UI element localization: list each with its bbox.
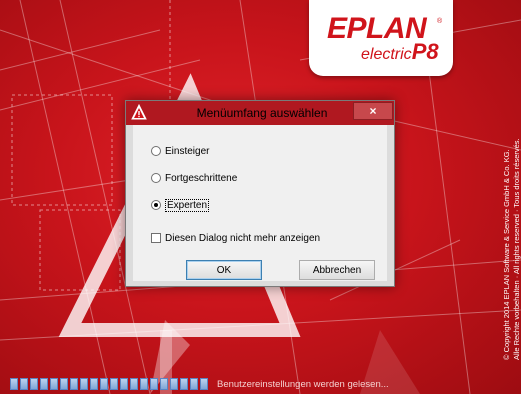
copyright-line-1: © Copyright 2014 EPLAN Software & Servic… bbox=[502, 149, 511, 360]
progress-segment bbox=[190, 378, 198, 390]
checkbox-label: Diesen Dialog nicht mehr anzeigen bbox=[165, 232, 321, 244]
progress-segment bbox=[30, 378, 38, 390]
progress-segment bbox=[10, 378, 18, 390]
dont-show-again-checkbox[interactable]: Diesen Dialog nicht mehr anzeigen bbox=[151, 230, 320, 246]
progress-segment bbox=[140, 378, 148, 390]
ok-button[interactable]: OK bbox=[186, 260, 262, 280]
progress-segment bbox=[60, 378, 68, 390]
progress-segment bbox=[100, 378, 108, 390]
cancel-button[interactable]: Abbrechen bbox=[299, 260, 375, 280]
menu-scope-dialog: Menüumfang auswählen × Einsteiger Fortge… bbox=[125, 100, 395, 287]
radio-button-selected[interactable] bbox=[151, 200, 161, 210]
progress-segment bbox=[170, 378, 178, 390]
progress-segment bbox=[120, 378, 128, 390]
eplan-logo: EPLAN ® electricP8 bbox=[309, 0, 453, 76]
radio-label: Einsteiger bbox=[165, 145, 210, 157]
loading-status-text: Benutzereinstellungen werden gelesen... bbox=[217, 379, 389, 390]
radio-experten[interactable]: Experten bbox=[151, 197, 210, 213]
progress-segment bbox=[20, 378, 28, 390]
radio-button[interactable] bbox=[151, 146, 161, 156]
logo-product: electricP8 bbox=[361, 41, 439, 63]
dialog-titlebar[interactable]: Menüumfang auswählen × bbox=[126, 101, 394, 125]
dialog-title: Menüumfang auswählen bbox=[196, 106, 328, 120]
progress-segment bbox=[80, 378, 88, 390]
progress-segment bbox=[50, 378, 58, 390]
logo-registered-mark: ® bbox=[437, 18, 443, 25]
progress-segment bbox=[180, 378, 188, 390]
progress-segment bbox=[90, 378, 98, 390]
logo-version: P8 bbox=[411, 39, 439, 64]
progress-segment bbox=[160, 378, 168, 390]
checkbox-box[interactable] bbox=[151, 233, 161, 243]
radio-button[interactable] bbox=[151, 173, 161, 183]
radio-fortgeschrittene[interactable]: Fortgeschrittene bbox=[151, 170, 237, 186]
progress-segment bbox=[130, 378, 138, 390]
progress-segment bbox=[70, 378, 78, 390]
progress-segment bbox=[150, 378, 158, 390]
dialog-body: Einsteiger Fortgeschrittene Experten Die… bbox=[133, 125, 387, 281]
radio-label: Fortgeschrittene bbox=[165, 172, 238, 184]
progress-segment bbox=[110, 378, 118, 390]
copyright-line-2: Alle Rechte vorbehalten · All rights res… bbox=[512, 138, 521, 360]
logo-product-name: electric bbox=[361, 46, 412, 63]
progress-segment bbox=[40, 378, 48, 390]
warning-triangle-icon bbox=[131, 104, 147, 120]
copyright-notice: © Copyright 2014 EPLAN Software & Servic… bbox=[452, 92, 521, 362]
loading-progress-bar bbox=[10, 378, 210, 390]
progress-segment bbox=[200, 378, 208, 390]
radio-label: Experten bbox=[165, 198, 210, 212]
radio-einsteiger[interactable]: Einsteiger bbox=[151, 143, 209, 159]
close-button[interactable]: × bbox=[353, 102, 393, 120]
